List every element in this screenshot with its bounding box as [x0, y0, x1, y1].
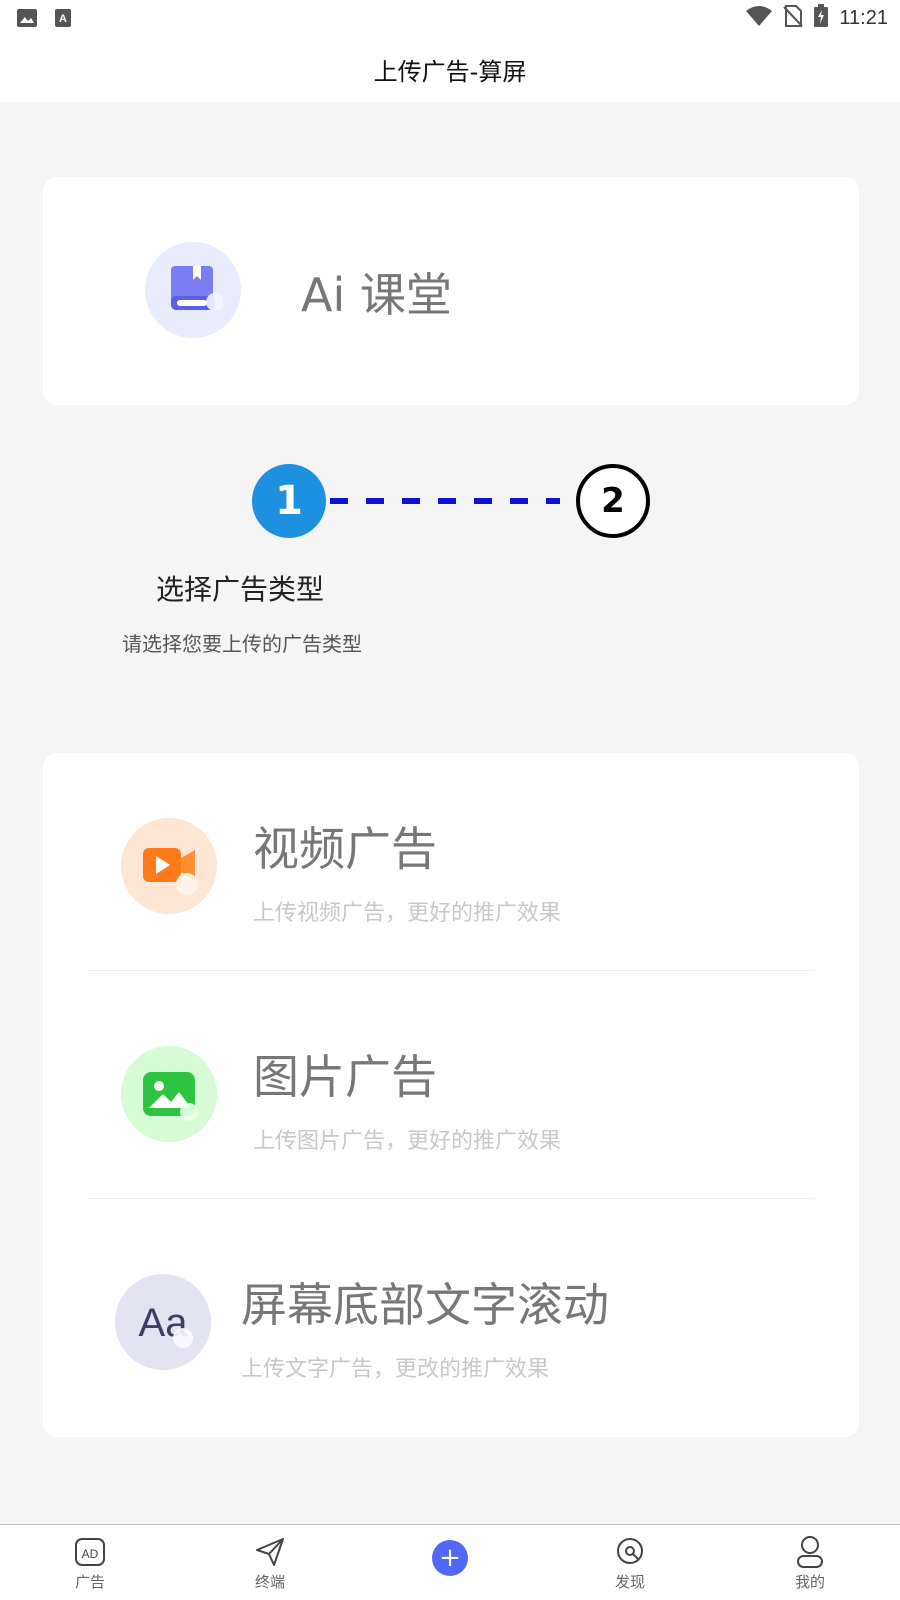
plus-icon: + — [439, 1543, 461, 1573]
page-title: 上传广告-算屏 — [373, 57, 527, 86]
bottom-tab-bar: AD 广告 终端 + 发现 我的 — [0, 1524, 900, 1600]
gallery-notification-icon — [16, 7, 38, 29]
add-button[interactable]: + — [432, 1540, 468, 1576]
tab-mine[interactable]: 我的 — [750, 1525, 870, 1600]
step-indicator: 1 2 选择广告类型 请选择您要上传的广告类型 — [0, 460, 900, 660]
step-connector — [330, 498, 560, 504]
ad-type-title: 视频广告 — [253, 822, 437, 876]
ad-icon: AD — [73, 1535, 107, 1569]
ad-type-list: 视频广告 上传视频广告，更好的推广效果 图片广告 上传图片广告，更好的推广效果 … — [43, 753, 859, 1437]
no-sim-icon — [783, 4, 804, 32]
step-2-circle: 2 — [576, 464, 650, 538]
step-hint: 请选择您要上传的广告类型 — [122, 632, 362, 656]
ad-type-title: 图片广告 — [253, 1050, 437, 1104]
tab-label: 广告 — [74, 1573, 105, 1591]
status-time: 11:21 — [839, 6, 888, 29]
text-aa-icon: Aa — [115, 1274, 211, 1370]
brand-name: Ai 课堂 — [301, 268, 452, 322]
tab-discover[interactable]: 发现 — [570, 1525, 690, 1600]
discover-icon — [613, 1535, 647, 1569]
status-bar: A 11:21 — [0, 0, 900, 36]
ad-type-image[interactable]: 图片广告 上传图片广告，更好的推广效果 — [87, 981, 815, 1199]
brand-card: Ai 课堂 — [43, 177, 859, 405]
wifi-icon — [745, 5, 773, 31]
svg-text:AD: AD — [82, 1547, 99, 1561]
ad-type-desc: 上传图片广告，更好的推广效果 — [253, 1129, 562, 1154]
text-notification-icon: A — [52, 7, 74, 29]
image-icon — [121, 1046, 217, 1142]
tab-label: 发现 — [614, 1573, 645, 1591]
tab-label: 终端 — [254, 1573, 285, 1591]
ad-type-video[interactable]: 视频广告 上传视频广告，更好的推广效果 — [87, 753, 815, 971]
ad-type-desc: 上传视频广告，更好的推广效果 — [253, 901, 562, 926]
svg-text:A: A — [59, 13, 67, 25]
ad-type-desc: 上传文字广告，更改的推广效果 — [241, 1357, 550, 1382]
tab-label: 我的 — [794, 1573, 825, 1591]
step-label: 选择广告类型 — [156, 573, 325, 606]
tab-ad[interactable]: AD 广告 — [30, 1525, 150, 1600]
paper-plane-icon — [253, 1535, 287, 1569]
ad-type-text-scroll[interactable]: Aa 屏幕底部文字滚动 上传文字广告，更改的推广效果 — [87, 1209, 815, 1427]
step-1-circle: 1 — [252, 464, 326, 538]
ad-type-title: 屏幕底部文字滚动 — [241, 1278, 609, 1332]
book-icon — [145, 242, 241, 338]
user-icon — [793, 1535, 827, 1569]
tab-terminal[interactable]: 终端 — [210, 1525, 330, 1600]
nav-bar: 上传广告-算屏 — [0, 36, 900, 102]
battery-charging-icon — [813, 4, 829, 32]
video-icon — [121, 818, 217, 914]
